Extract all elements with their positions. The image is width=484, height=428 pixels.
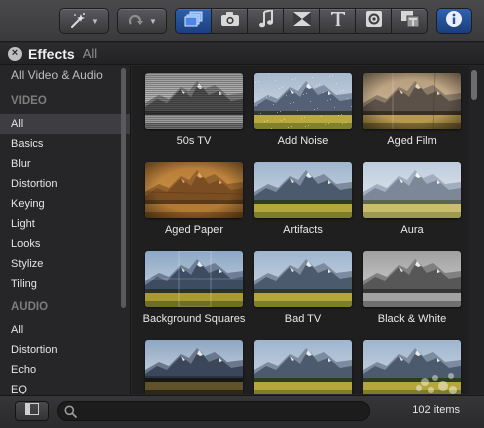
clips-icon — [184, 11, 204, 32]
effect-label: Add Noise — [277, 135, 329, 147]
sidebar-toggle-icon — [25, 402, 39, 420]
effects-browser-window: ▼ ▼ × Effects All All Video & Audio VIDE… — [0, 0, 484, 428]
effect-thumbnail[interactable] — [254, 340, 352, 394]
sidebar-item-video-basics[interactable]: Basics — [0, 134, 130, 154]
tab-music[interactable] — [248, 9, 284, 33]
sidebar-toggle-button[interactable] — [15, 401, 49, 421]
tab-generators[interactable] — [392, 9, 427, 33]
effect-label: Aura — [400, 224, 424, 236]
effect-thumbnail[interactable] — [145, 162, 243, 218]
sidebar-item-video-keying[interactable]: Keying — [0, 194, 130, 214]
effect-label: Aged Film — [387, 135, 437, 147]
transitions-icon — [292, 11, 312, 32]
sidebar-item-audio-eq[interactable]: EQ — [0, 380, 130, 394]
effect-thumbnail[interactable] — [145, 340, 243, 394]
browser-tab-group — [175, 8, 428, 34]
tab-transitions[interactable] — [284, 9, 320, 33]
page-title: Effects — [28, 45, 75, 62]
sidebar-item-audio-echo[interactable]: Echo — [0, 360, 130, 380]
search-input[interactable] — [82, 404, 362, 419]
sidebar-item-video-stylize[interactable]: Stylize — [0, 254, 130, 274]
close-icon[interactable]: × — [8, 46, 22, 61]
sidebar-item-video-all[interactable]: All — [0, 114, 130, 134]
effect-thumbnail[interactable] — [145, 73, 243, 129]
effect-thumbnail[interactable] — [363, 251, 461, 307]
effect-label: Bad TV — [284, 313, 322, 325]
sidebar-heading-audio: AUDIO — [11, 301, 49, 313]
sidebar-item-audio-distortion[interactable]: Distortion — [0, 340, 130, 360]
effect-thumbnail[interactable] — [254, 73, 352, 129]
sidebar-scrollbar[interactable] — [121, 68, 126, 308]
effect-thumbnail[interactable] — [145, 251, 243, 307]
redo-button[interactable]: ▼ — [117, 8, 167, 34]
sidebar-item-video-distortion[interactable]: Distortion — [0, 174, 130, 194]
sidebar-item-video-light[interactable]: Light — [0, 214, 130, 234]
effect-thumbnail[interactable] — [363, 73, 461, 129]
sidebar-item-video-tiling[interactable]: Tiling — [0, 274, 130, 294]
grid-scrollbar[interactable] — [471, 70, 477, 100]
sidebar-heading-video: VIDEO — [11, 95, 47, 107]
title-text-icon — [329, 10, 347, 33]
effect-label: Aged Paper — [164, 224, 224, 236]
category-sidebar: All Video & Audio VIDEO All Basics Blur Dis… — [0, 66, 131, 394]
sidebar-item-all-video-audio[interactable]: All Video & Audio — [0, 66, 130, 88]
inspector-button[interactable] — [436, 8, 472, 34]
item-count: 102 items — [412, 404, 460, 416]
map-globe-icon — [364, 10, 384, 33]
effect-thumbnail[interactable] — [363, 162, 461, 218]
sidebar-item-audio-all[interactable]: All — [0, 320, 130, 340]
camera-icon — [220, 11, 240, 32]
effect-label: Background Squares — [142, 313, 246, 325]
magic-wand-icon — [69, 12, 87, 30]
music-note-icon — [258, 9, 274, 33]
tab-titles[interactable] — [320, 9, 356, 33]
tab-clips[interactable] — [176, 9, 212, 33]
search-field[interactable] — [57, 401, 370, 421]
breadcrumb: All — [82, 46, 98, 61]
effect-thumbnail[interactable] — [254, 162, 352, 218]
sidebar-item-video-looks[interactable]: Looks — [0, 234, 130, 254]
chevron-down-icon: ▼ — [149, 16, 157, 26]
bottom-bar: 102 items — [0, 395, 484, 428]
effect-label: Black & White — [377, 313, 447, 325]
tab-maps[interactable] — [356, 9, 392, 33]
effect-label: 50s TV — [176, 135, 212, 147]
tab-photos[interactable] — [212, 9, 248, 33]
chevron-down-icon: ▼ — [91, 16, 99, 26]
info-icon — [445, 10, 463, 33]
effect-label: Artifacts — [283, 224, 323, 236]
effects-grid: 50s TV Add Noise Aged Film Aged Paper Artifa… — [132, 66, 469, 394]
redo-icon — [127, 12, 145, 30]
generators-icon — [400, 10, 420, 33]
effect-thumbnail[interactable] — [254, 251, 352, 307]
effect-thumbnail[interactable] — [363, 340, 461, 394]
search-icon — [64, 405, 77, 423]
grid-scroll-track[interactable] — [469, 66, 484, 394]
sidebar-item-video-blur[interactable]: Blur — [0, 154, 130, 174]
toolbar: ▼ ▼ — [0, 0, 484, 42]
enhance-button[interactable]: ▼ — [59, 8, 109, 34]
browser-header: × Effects All — [0, 43, 484, 65]
